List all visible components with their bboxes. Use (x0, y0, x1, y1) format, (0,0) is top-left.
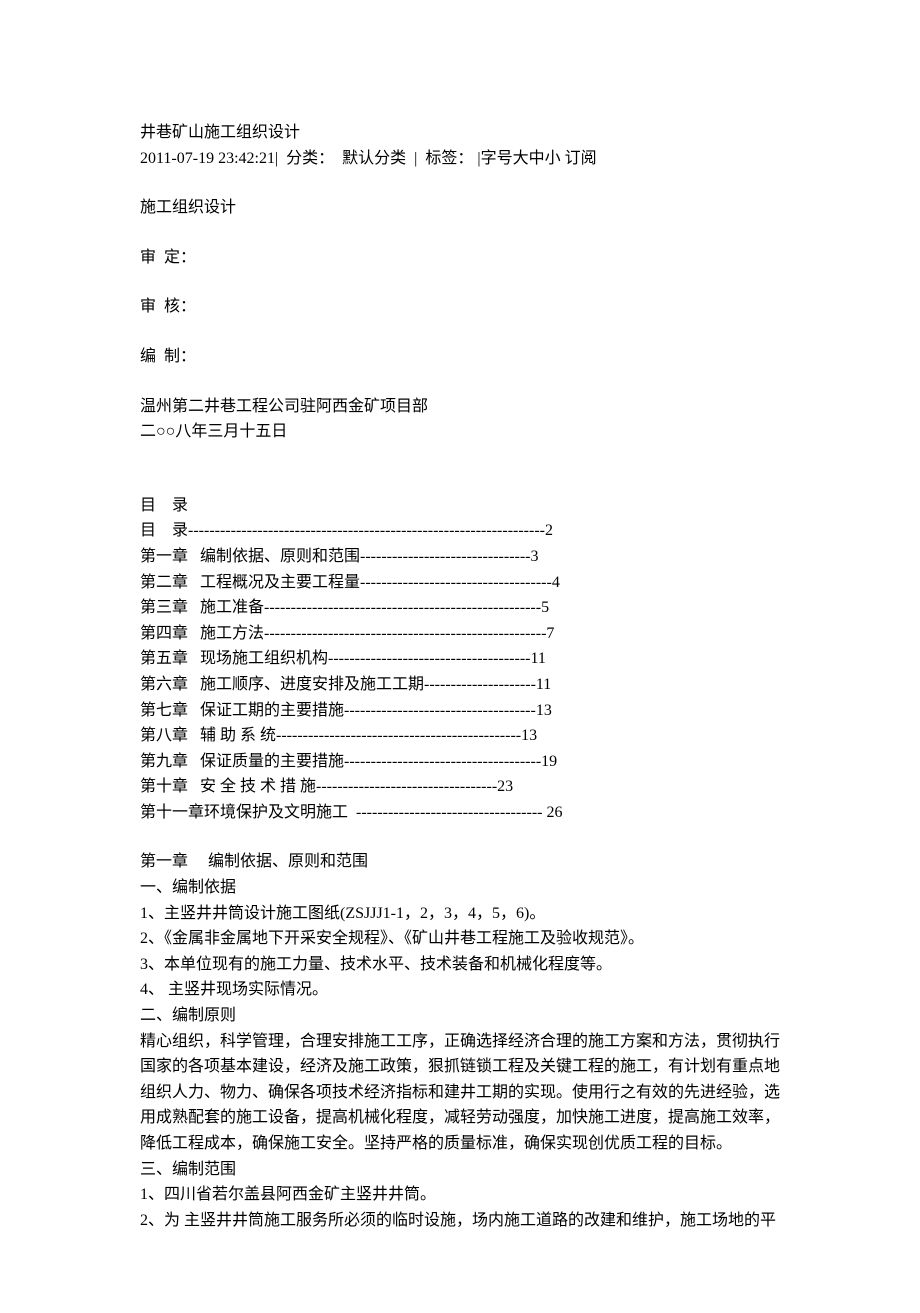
list-item: 4、 主竖井现场实际情况。 (140, 977, 780, 1003)
toc-item: 第八章 辅 助 系 统-----------------------------… (140, 723, 780, 749)
spacer (140, 171, 780, 195)
toc-title: 目 录 (140, 493, 780, 519)
toc-item: 第九章 保证质量的主要措施---------------------------… (140, 749, 780, 775)
list-item: 2、为 主竖井井筒施工服务所必须的临时设施，场内施工道路的改建和维护，施工场地的… (140, 1208, 780, 1234)
document-title: 井巷矿山施工组织设计 (140, 120, 780, 146)
date: 二○○八年三月十五日 (140, 419, 780, 445)
toc-item: 第四章 施工方法--------------------------------… (140, 621, 780, 647)
toc-item: 第十章 安 全 技 术 措 施-------------------------… (140, 774, 780, 800)
section-title: 一、编制依据 (140, 875, 780, 901)
heading: 施工组织设计 (140, 195, 780, 221)
spacer (140, 370, 780, 394)
toc-item: 第六章 施工顺序、进度安排及施工工期---------------------1… (140, 672, 780, 698)
toc-item: 目 录-------------------------------------… (140, 518, 780, 544)
spacer (140, 445, 780, 469)
toc-item: 第三章 施工准备--------------------------------… (140, 595, 780, 621)
spacer (140, 270, 780, 294)
organization: 温州第二井巷工程公司驻阿西金矿项目部 (140, 394, 780, 420)
spacer (140, 320, 780, 344)
list-item: 1、四川省若尔盖县阿西金矿主竖井井筒。 (140, 1182, 780, 1208)
toc-item: 第十一章环境保护及文明施工 --------------------------… (140, 800, 780, 826)
approval-line: 审 定： (140, 245, 780, 271)
approval-line: 审 核： (140, 294, 780, 320)
toc-item: 第五章 现场施工组织机构----------------------------… (140, 646, 780, 672)
section-title: 二、编制原则 (140, 1003, 780, 1029)
list-item: 2、《金属非金属地下开采安全规程》、《矿山井巷工程施工及验收规范》。 (140, 926, 780, 952)
meta-line: 2011-07-19 23:42:21| 分类： 默认分类 | 标签： |字号大… (140, 146, 780, 172)
chapter-title: 第一章 编制依据、原则和范围 (140, 849, 780, 875)
toc-item: 第一章 编制依据、原则和范围--------------------------… (140, 544, 780, 570)
list-item: 1、主竖井井筒设计施工图纸(ZSJJJ1-1，2，3，4，5，6)。 (140, 901, 780, 927)
toc-item: 第七章 保证工期的主要措施---------------------------… (140, 698, 780, 724)
list-item: 3、本单位现有的施工力量、技术水平、技术装备和机械化程度等。 (140, 952, 780, 978)
toc-item: 第二章 工程概况及主要工程量--------------------------… (140, 570, 780, 596)
spacer (140, 221, 780, 245)
approval-line: 编 制： (140, 344, 780, 370)
body-text: 精心组织，科学管理，合理安排施工工序，正确选择经济合理的施工方案和方法，贯彻执行… (140, 1029, 780, 1157)
spacer (140, 825, 780, 849)
section-title: 三、编制范围 (140, 1157, 780, 1183)
spacer (140, 469, 780, 493)
